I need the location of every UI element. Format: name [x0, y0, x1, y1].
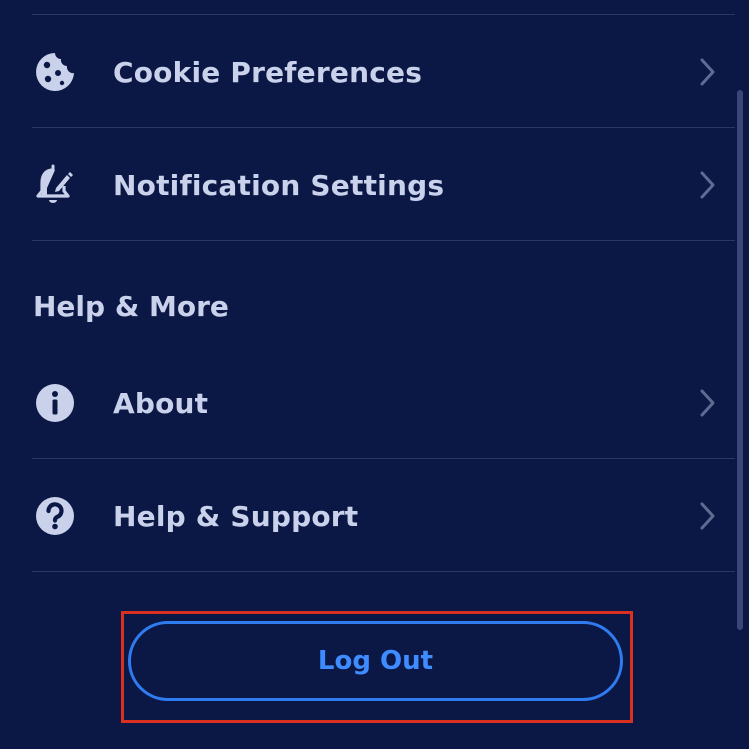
bell-edit-icon — [33, 163, 77, 207]
info-icon — [33, 381, 77, 425]
divider — [32, 14, 735, 15]
menu-item-notification-settings[interactable]: Notification Settings — [0, 129, 735, 241]
section-title-help: Help & More — [33, 290, 229, 323]
divider — [32, 240, 735, 241]
chevron-right-icon — [694, 388, 720, 418]
menu-item-label: Cookie Preferences — [113, 55, 423, 89]
menu-item-about[interactable]: About — [0, 347, 735, 459]
question-icon — [33, 494, 77, 538]
divider — [32, 127, 735, 128]
menu-item-cookie-preferences[interactable]: Cookie Preferences — [0, 16, 735, 128]
menu-item-label: Notification Settings — [113, 168, 445, 202]
chevron-right-icon — [694, 57, 720, 87]
cookie-icon — [33, 50, 77, 94]
divider — [32, 571, 735, 572]
scrollbar[interactable] — [737, 90, 743, 630]
menu-item-help-support[interactable]: Help & Support — [0, 460, 735, 572]
settings-screen: Cookie Preferences Notification Settings… — [0, 0, 749, 749]
chevron-right-icon — [694, 501, 720, 531]
menu-item-label: About — [113, 386, 209, 420]
menu-item-label: Help & Support — [113, 499, 359, 533]
divider — [32, 458, 735, 459]
chevron-right-icon — [694, 170, 720, 200]
log-out-button[interactable]: Log Out — [128, 621, 623, 701]
